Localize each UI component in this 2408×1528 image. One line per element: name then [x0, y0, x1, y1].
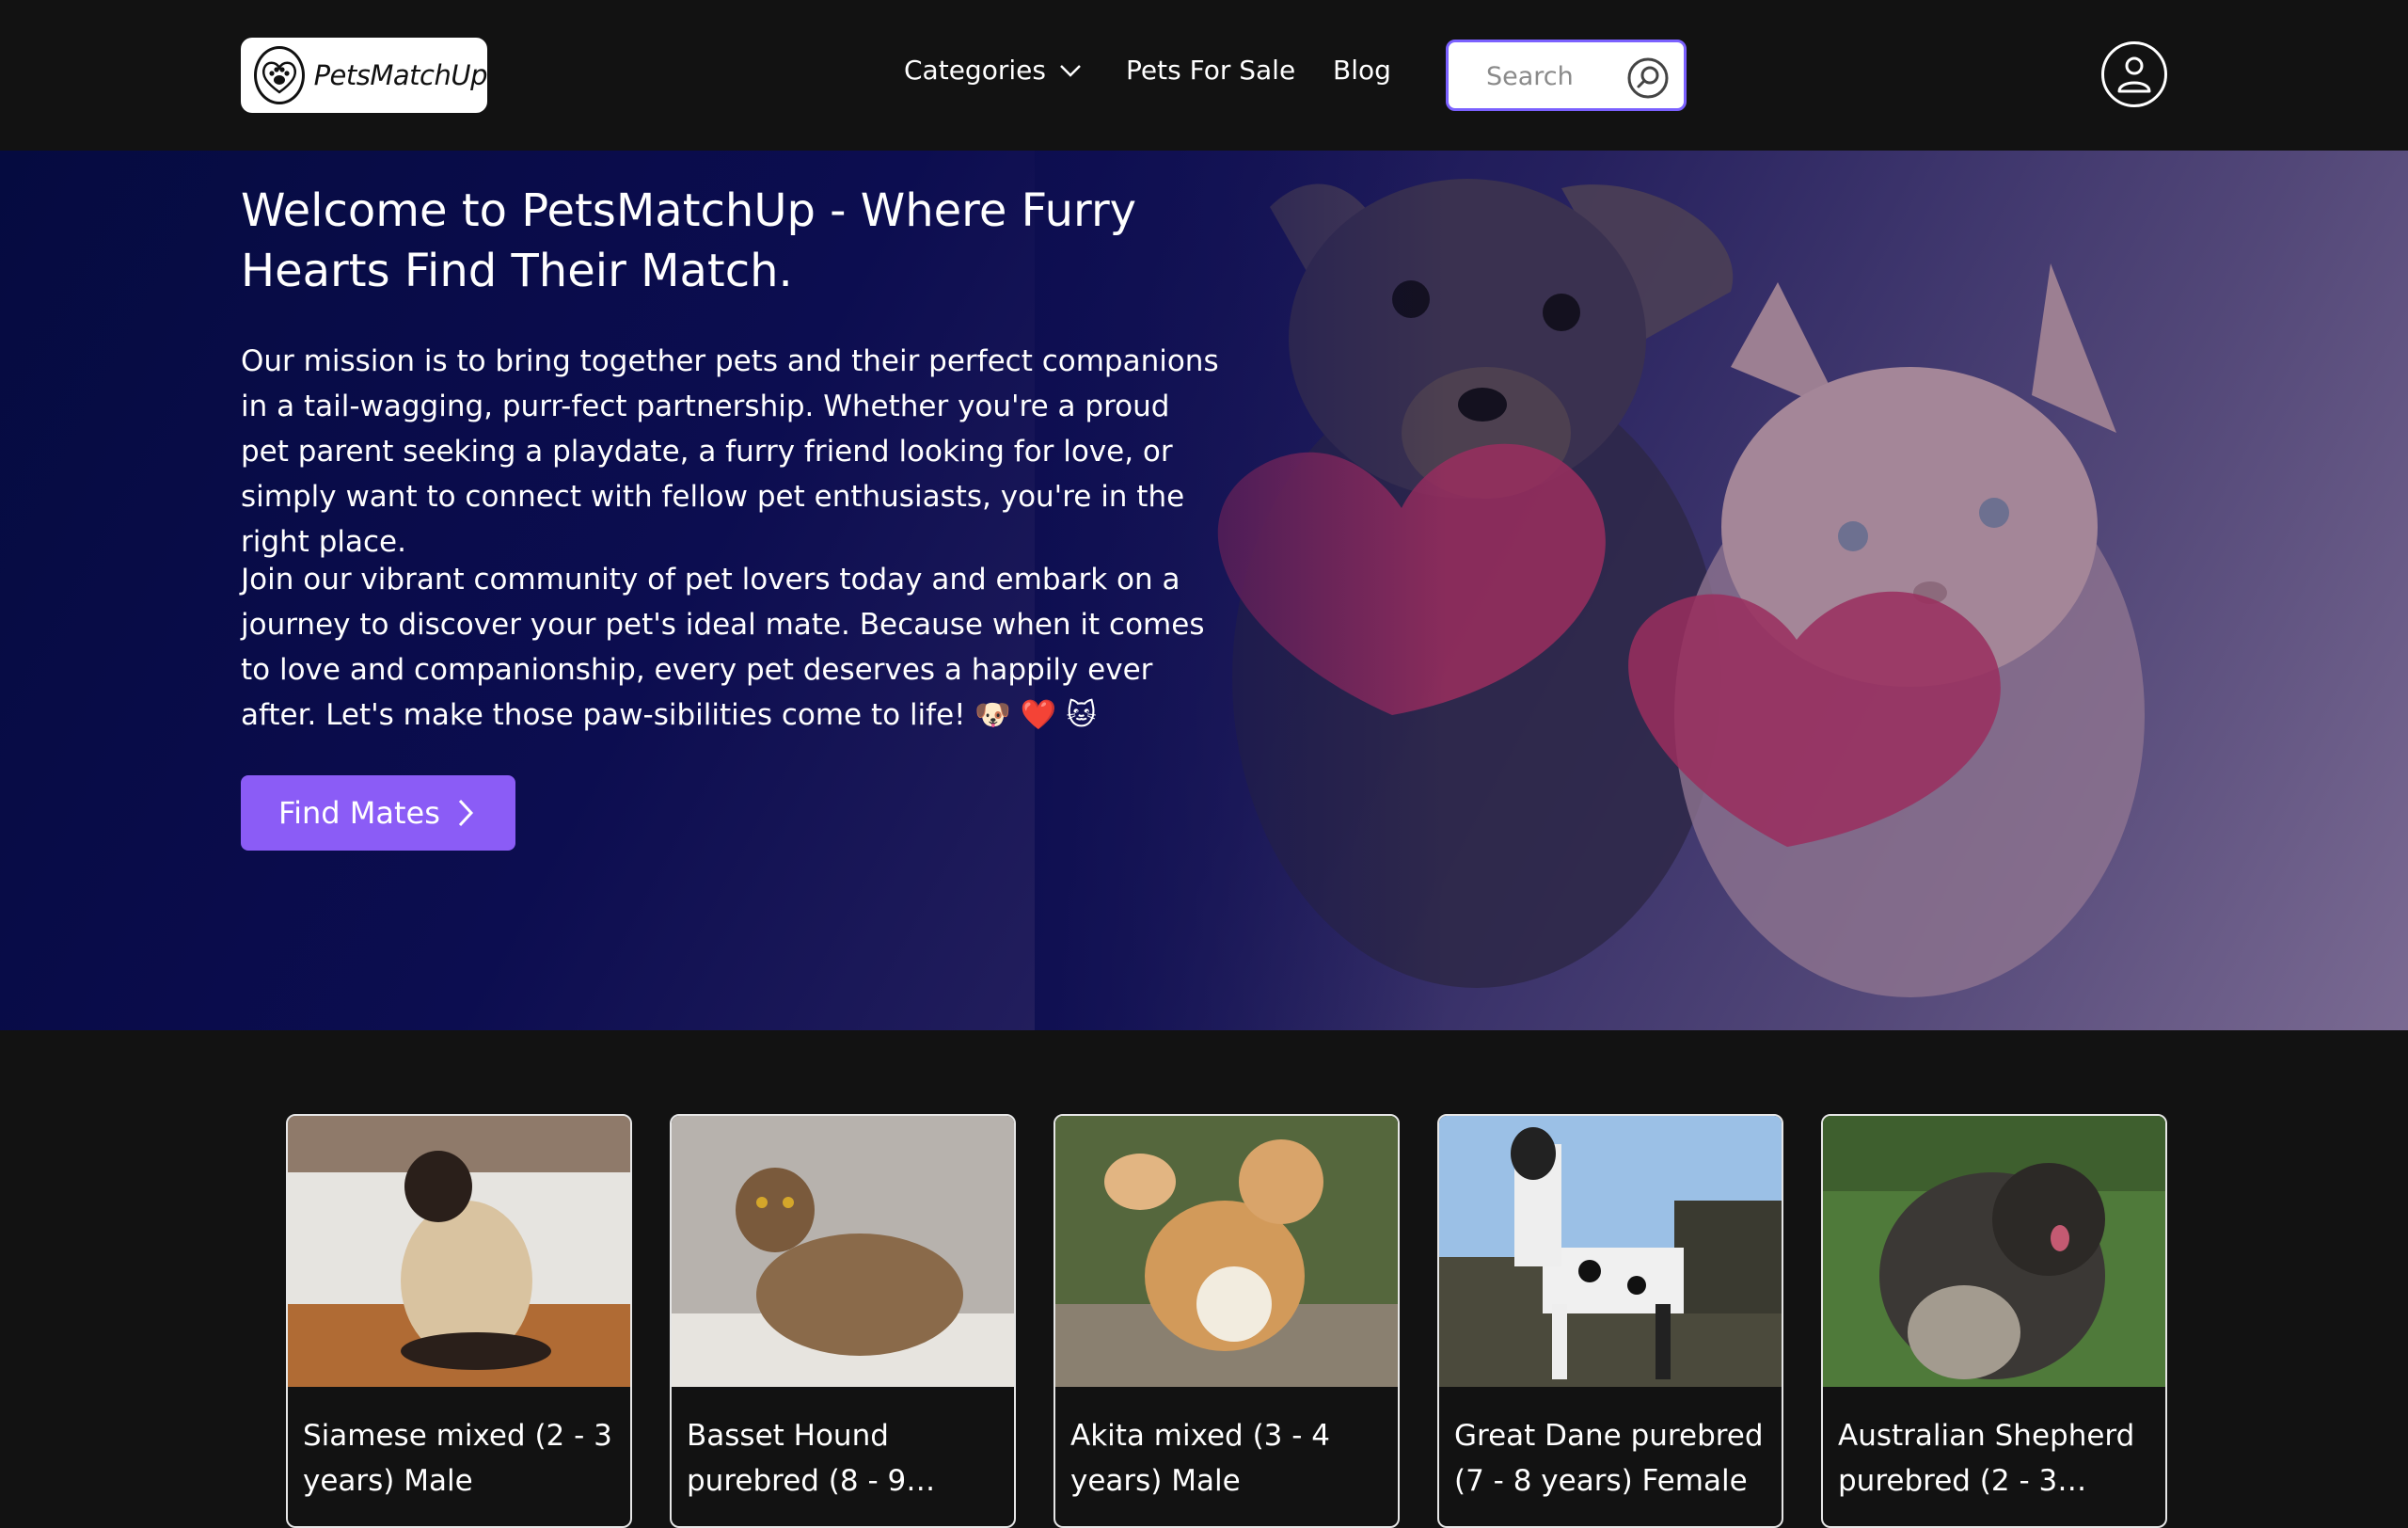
hero-paragraph-join: Join our vibrant community of pet lovers…: [241, 563, 1205, 732]
pet-card-title: Australian Shepherd purebred (2 - 3 year…: [1838, 1419, 2135, 1498]
search-input[interactable]: [1484, 56, 1629, 97]
hero-paragraph-mission: Our mission is to bring together pets an…: [241, 344, 1219, 559]
logo[interactable]: PetsMatchUp: [241, 38, 488, 113]
paw-heart-icon: [254, 46, 305, 104]
akita-dog-photo: [1055, 1116, 1398, 1387]
find-mates-label: Find Mates: [278, 795, 440, 831]
dog-and-cat-with-hearts-image: [1035, 151, 2408, 1030]
chevron-down-icon: [1060, 64, 1081, 77]
pet-card-title: Siamese mixed (2 - 3 years) Male: [303, 1419, 612, 1498]
great-dane-photo: [1439, 1116, 1782, 1387]
caucasian-shepherd-photo: [1823, 1116, 2165, 1387]
siamese-cat-photo: [288, 1116, 630, 1387]
search-box: [1446, 40, 1687, 111]
chevron-right-icon: [458, 799, 473, 827]
brown-cat-photo: [672, 1116, 1014, 1387]
pet-card-title: Basset Hound purebred (8 - 9 years) Male: [687, 1419, 907, 1498]
hero-title: Welcome to PetsMatchUp - Where Furry Hea…: [241, 184, 1137, 297]
user-account-button[interactable]: [2101, 41, 2167, 107]
pet-card[interactable]: Great Dane purebred (7 - 8 years) Female: [1437, 1114, 1783, 1528]
pet-card-title: Akita mixed (3 - 4 years) Male: [1070, 1419, 1331, 1498]
pet-card-title: Great Dane purebred (7 - 8 years) Female: [1454, 1419, 1764, 1498]
pet-card[interactable]: Basset Hound purebred (8 - 9 years) Male: [670, 1114, 1016, 1528]
search-icon[interactable]: [1625, 56, 1671, 101]
pet-card[interactable]: Akita mixed (3 - 4 years) Male: [1054, 1114, 1400, 1528]
logo-text: PetsMatchUp: [313, 59, 488, 91]
nav-blog[interactable]: Blog: [1333, 55, 1391, 86]
hero-section: Welcome to PetsMatchUp - Where Furry Hea…: [0, 151, 2408, 1030]
nav-pets-for-sale[interactable]: Pets For Sale: [1126, 55, 1295, 86]
nav-categories[interactable]: Categories: [904, 55, 1082, 86]
site-header: PetsMatchUp Categories Pets For Sale Blo…: [0, 0, 2408, 151]
pet-card[interactable]: Siamese mixed (2 - 3 years) Male: [286, 1114, 632, 1528]
pet-card[interactable]: Australian Shepherd purebred (2 - 3 year…: [1821, 1114, 2167, 1528]
user-icon: [2117, 56, 2151, 93]
find-mates-button[interactable]: Find Mates: [241, 775, 515, 851]
nav-categories-label: Categories: [904, 55, 1046, 86]
